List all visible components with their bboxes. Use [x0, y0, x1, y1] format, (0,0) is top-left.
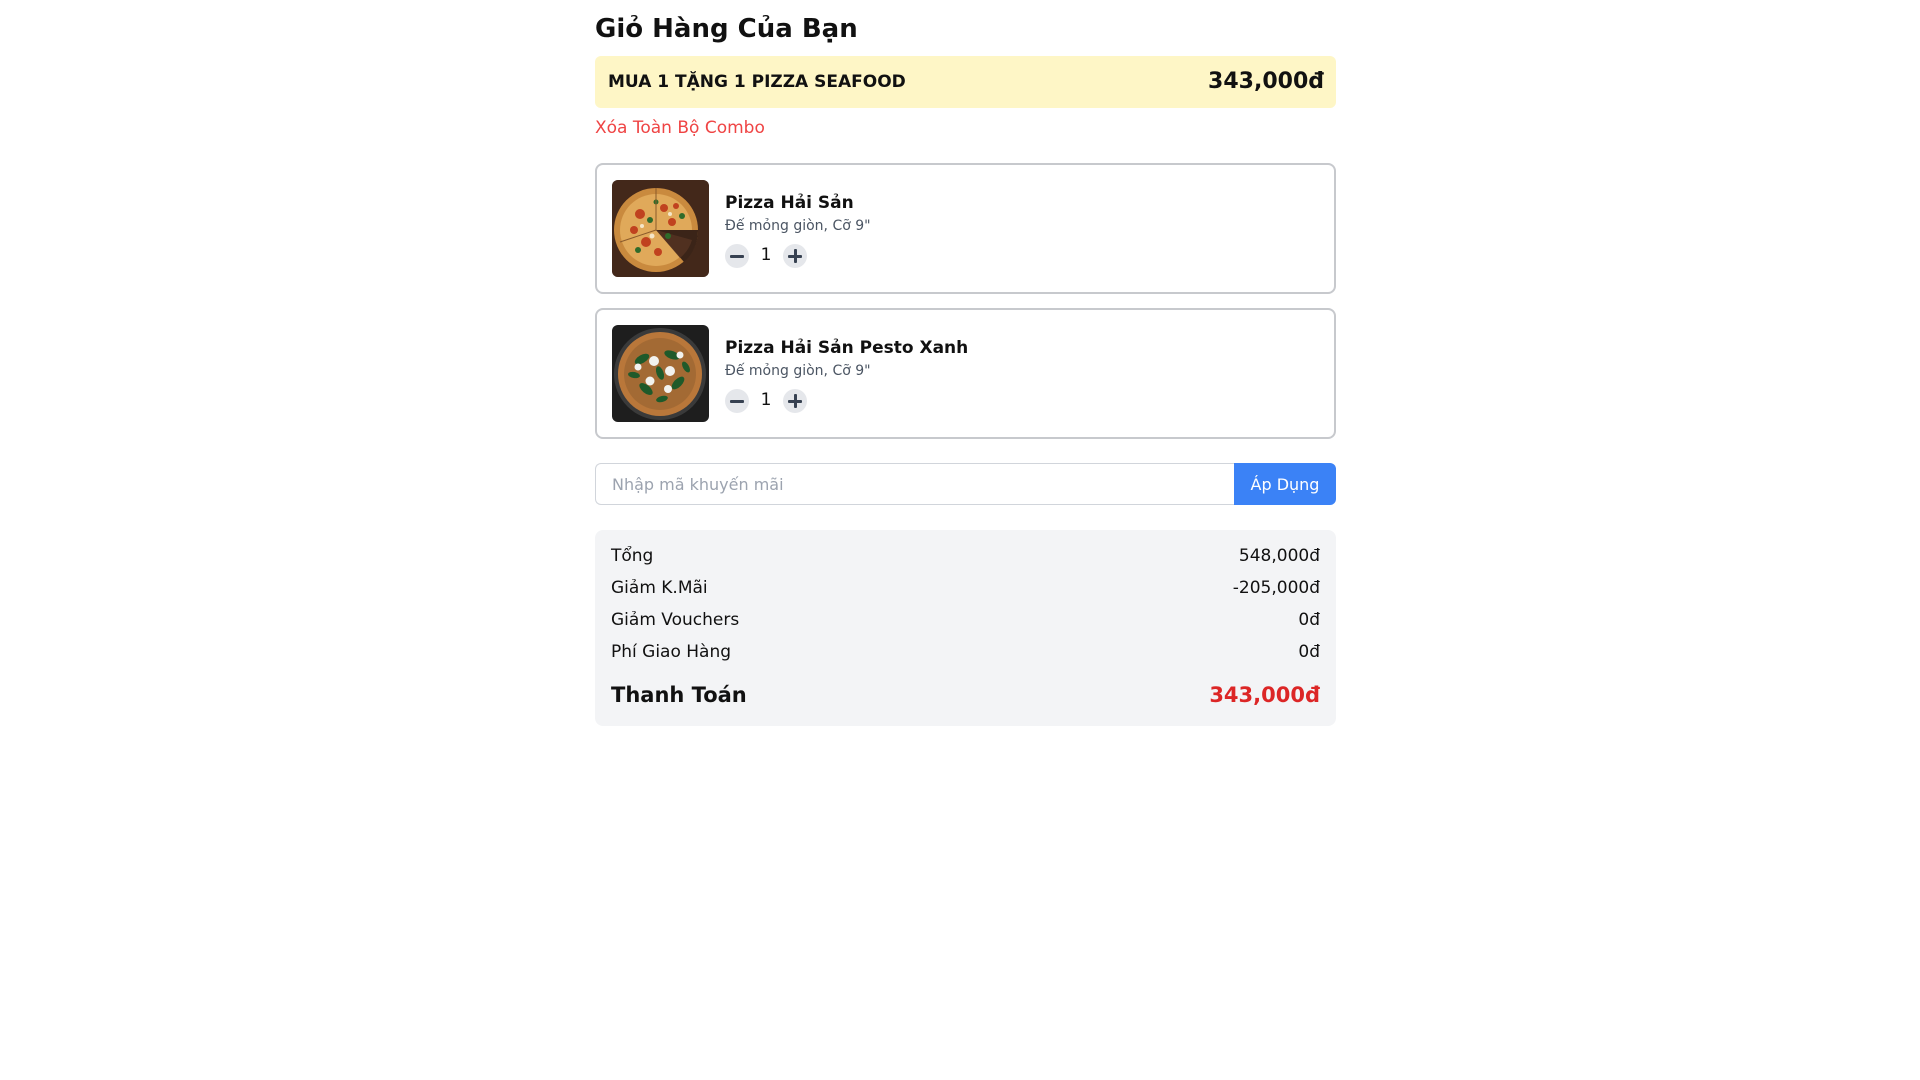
combo-name: MUA 1 TẶNG 1 PIZZA SEAFOOD [608, 72, 906, 92]
item-description: Đế mỏng giòn, Cỡ 9" [725, 218, 871, 234]
item-name: Pizza Hải Sản [725, 193, 854, 213]
voucher-discount-label: Giảm Vouchers [611, 610, 740, 630]
order-summary: Tổng 548,000đ Giảm K.Mãi -205,000đ Giảm … [595, 530, 1336, 726]
increase-quantity-button[interactable] [783, 244, 807, 268]
summary-row-total: Thanh Toán 343,000đ [611, 683, 1320, 713]
summary-row-promo-discount: Giảm K.Mãi -205,000đ [611, 578, 1320, 602]
subtotal-label: Tổng [611, 546, 654, 566]
total-label: Thanh Toán [611, 683, 747, 707]
promo-discount-label: Giảm K.Mãi [611, 578, 708, 598]
promo-discount-value: -205,000đ [1232, 578, 1320, 598]
decrease-quantity-button[interactable] [725, 244, 749, 268]
summary-row-subtotal: Tổng 548,000đ [611, 546, 1320, 570]
pizza-seafood-image [612, 180, 709, 277]
cart-item: Pizza Hải Sản Đế mỏng giòn, Cỡ 9" 1 [595, 163, 1336, 294]
item-description: Đế mỏng giòn, Cỡ 9" [725, 363, 871, 379]
cart-item: Pizza Hải Sản Pesto Xanh Đế mỏng giòn, C… [595, 308, 1336, 439]
combo-banner: MUA 1 TẶNG 1 PIZZA SEAFOOD 343,000đ [595, 56, 1336, 108]
quantity-stepper: 1 [725, 244, 815, 268]
summary-row-voucher-discount: Giảm Vouchers 0đ [611, 610, 1320, 634]
total-value: 343,000đ [1209, 683, 1320, 707]
minus-icon [730, 399, 744, 403]
quantity-value: 1 [760, 245, 772, 265]
item-name: Pizza Hải Sản Pesto Xanh [725, 338, 969, 358]
minus-icon [730, 254, 744, 258]
combo-price: 343,000đ [1208, 69, 1324, 94]
promo-code-input[interactable] [595, 463, 1234, 505]
shipping-fee-value: 0đ [1298, 642, 1320, 662]
shipping-fee-label: Phí Giao Hàng [611, 642, 732, 662]
decrease-quantity-button[interactable] [725, 389, 749, 413]
clear-combo-link[interactable]: Xóa Toàn Bộ Combo [595, 118, 765, 138]
increase-quantity-button[interactable] [783, 389, 807, 413]
subtotal-value: 548,000đ [1238, 546, 1320, 566]
pizza-pesto-image [612, 325, 709, 422]
summary-row-shipping: Phí Giao Hàng 0đ [611, 642, 1320, 666]
quantity-stepper: 1 [725, 389, 815, 413]
page-title: Giỏ Hàng Của Bạn [595, 14, 858, 44]
apply-promo-button[interactable]: Áp Dụng [1234, 463, 1336, 505]
quantity-value: 1 [760, 390, 772, 410]
plus-icon-vertical [793, 249, 797, 263]
plus-icon-vertical [793, 394, 797, 408]
voucher-discount-value: 0đ [1298, 610, 1320, 630]
